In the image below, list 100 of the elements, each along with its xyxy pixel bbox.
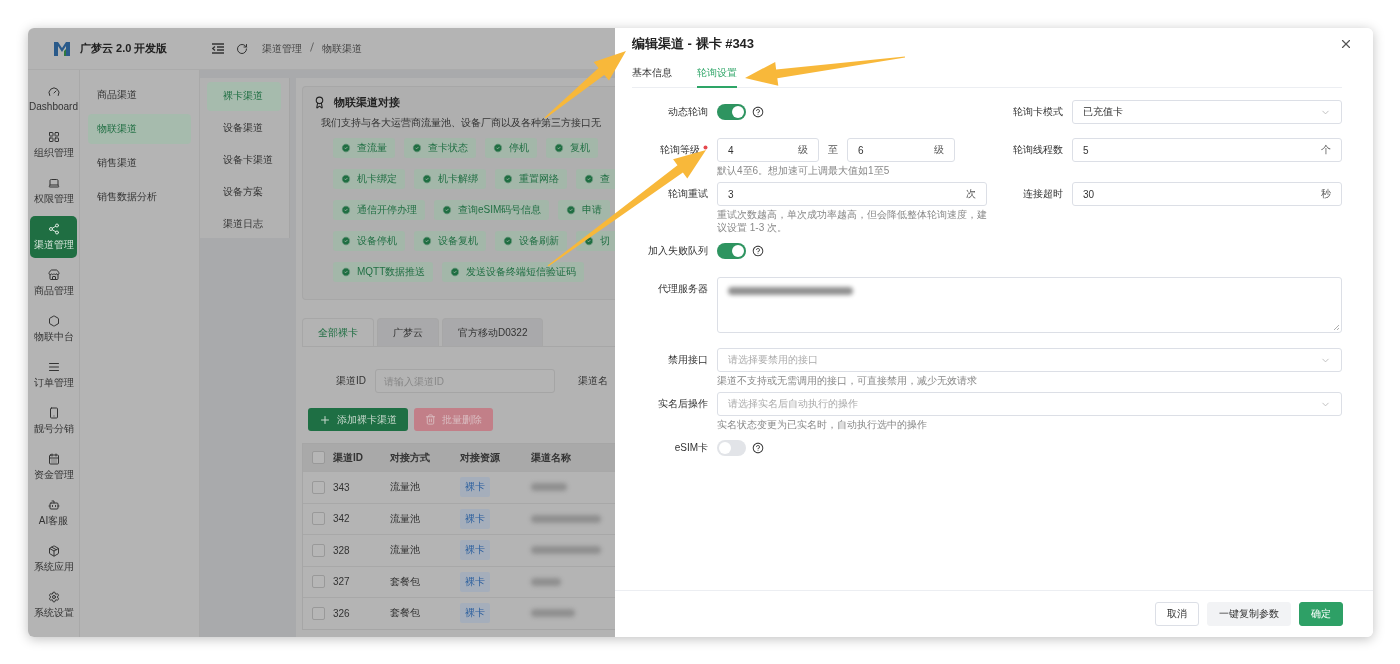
submenu-item[interactable]: 设备卡渠道 <box>207 145 281 175</box>
table-cell-text: 327 <box>333 576 351 588</box>
number-field[interactable]: 5 个 <box>1072 138 1342 162</box>
number-field[interactable]: 6 级 <box>847 138 955 162</box>
range-separator: 至 <box>828 143 838 157</box>
check-circle-icon <box>493 143 503 153</box>
feature-tag: 查 <box>576 169 615 189</box>
submenu-item[interactable]: 设备渠道 <box>207 113 281 143</box>
menu-item[interactable]: 销售渠道 <box>88 148 191 178</box>
select-field[interactable]: 已充值卡 <box>1072 100 1342 124</box>
menu-item[interactable]: 商品渠道 <box>88 80 191 110</box>
help-icon[interactable] <box>752 106 764 118</box>
text-area[interactable] <box>717 277 1342 333</box>
checkbox[interactable] <box>312 606 325 620</box>
number-field[interactable]: 30 秒 <box>1072 182 1342 206</box>
field-hint: 实名状态变更为已实名时，自动执行选中的操作 <box>717 418 928 431</box>
field-label: 渠道ID <box>336 374 366 388</box>
close-button[interactable] <box>1339 37 1353 51</box>
number-field[interactable]: 4 级 <box>717 138 819 162</box>
submenu-item[interactable]: 渠道日志 <box>207 209 281 238</box>
nodes-icon <box>47 222 60 235</box>
column-header: 渠道ID <box>333 450 364 465</box>
field-label: 轮询线程数 <box>1012 143 1063 157</box>
menu-item[interactable]: 物联渠道 <box>88 114 191 144</box>
table-cell-text: 流量池 <box>390 480 421 495</box>
nav-item[interactable]: 资金管理 <box>30 446 77 488</box>
checkbox[interactable] <box>312 451 325 464</box>
check-circle-icon <box>503 174 513 184</box>
field-label: 代理服务器 <box>657 282 708 296</box>
blurred-text <box>531 577 561 586</box>
checkbox[interactable] <box>312 512 325 526</box>
gauge-icon <box>47 86 60 98</box>
submenu-item[interactable]: 设备方案 <box>207 177 281 207</box>
menu-collapse-icon[interactable] <box>212 43 224 54</box>
check-circle-icon <box>341 236 351 246</box>
field-label: eSIM卡 <box>673 441 708 455</box>
nav-item[interactable]: 订单管理 <box>30 354 77 396</box>
submenu-item[interactable]: 裸卡渠道 <box>207 82 281 111</box>
filter-tab[interactable]: 广梦云 <box>377 318 439 346</box>
check-circle-icon <box>412 143 422 153</box>
resize-grip-icon[interactable] <box>1333 324 1340 331</box>
refresh-icon[interactable] <box>236 42 248 55</box>
toggle-switch[interactable] <box>717 104 746 120</box>
field-hint: 默认4至6。想加速可上调最大值如1至5 <box>717 164 891 177</box>
brand-name: 广梦云 2.0 开发版 <box>80 41 168 56</box>
column-header: 对接资源 <box>460 450 501 465</box>
logo-icon <box>54 41 70 56</box>
nav-item[interactable]: 组织管理 <box>30 124 77 166</box>
confirm-button[interactable]: 确定 <box>1299 602 1343 626</box>
nav-item[interactable]: 商品管理 <box>30 262 77 304</box>
nav-item[interactable]: 权限管理 <box>30 170 77 212</box>
nav-item[interactable]: Dashboard <box>30 78 77 120</box>
tab[interactable]: 轮询设置 <box>697 60 737 88</box>
feature-tag: 停机 <box>485 138 537 158</box>
checkbox[interactable] <box>312 480 325 494</box>
plus-icon <box>319 413 331 426</box>
feature-tag: 复机 <box>546 138 598 158</box>
nav-item[interactable]: 物联中台 <box>30 308 77 350</box>
number-field[interactable]: 3 次 <box>717 182 987 206</box>
toggle-switch[interactable] <box>717 440 746 456</box>
feature-tag: 设备复机 <box>414 231 486 251</box>
feature-tag: 查询eSIM码号信息 <box>434 200 550 220</box>
check-circle-icon <box>341 174 351 184</box>
blurred-text <box>531 609 575 618</box>
toggle-switch[interactable] <box>717 243 746 259</box>
close-icon <box>1339 37 1353 51</box>
nav-item[interactable]: 系统设置 <box>30 584 77 626</box>
nav-item[interactable]: 靓号分销 <box>30 400 77 442</box>
column-header: 渠道名称 <box>531 450 572 465</box>
checkbox[interactable] <box>312 543 325 557</box>
cancel-button[interactable]: 取消 <box>1155 602 1199 626</box>
nav-item[interactable]: 系统应用 <box>30 538 77 580</box>
feature-tag: 重置网络 <box>495 169 567 189</box>
menu-item[interactable]: 销售数据分析 <box>88 182 191 212</box>
field-label: 轮询卡模式 <box>1012 105 1063 119</box>
resource-tag: 裸卡 <box>460 603 490 624</box>
table-cell-text: 326 <box>333 607 351 619</box>
table-cell-text: 343 <box>333 481 351 493</box>
checkbox[interactable] <box>312 575 325 589</box>
blurred-text <box>531 514 601 523</box>
list-icon <box>47 360 60 373</box>
check-circle-icon <box>450 267 461 277</box>
phone-icon <box>47 406 60 419</box>
filter-tab[interactable]: 官方移动D0322 <box>442 318 544 346</box>
breadcrumb-link[interactable]: 物联渠道 <box>322 41 362 56</box>
check-circle-icon <box>341 143 351 153</box>
award-icon <box>313 96 326 109</box>
copy-button[interactable]: 一键复制参数 <box>1207 602 1291 626</box>
field-hint: 重试次数越高，单次成功率越高，但会降低整体轮询速度，建议设置 1-3 次。 <box>717 208 987 234</box>
help-icon[interactable] <box>752 245 764 257</box>
field-label: 加入失败队列 <box>647 244 708 258</box>
nav-item[interactable]: AI客服 <box>30 492 77 534</box>
add-button[interactable]: 添加裸卡渠道 <box>308 408 408 431</box>
help-icon[interactable] <box>752 442 764 454</box>
breadcrumb-link[interactable]: 渠道管理 <box>262 41 302 56</box>
tab[interactable]: 基本信息 <box>632 60 672 88</box>
blurred-text <box>531 483 567 492</box>
feature-tag: 机卡解绑 <box>414 169 486 189</box>
nav-item[interactable]: 渠道管理 <box>30 216 77 258</box>
field-label: 动态轮询 <box>667 105 708 119</box>
